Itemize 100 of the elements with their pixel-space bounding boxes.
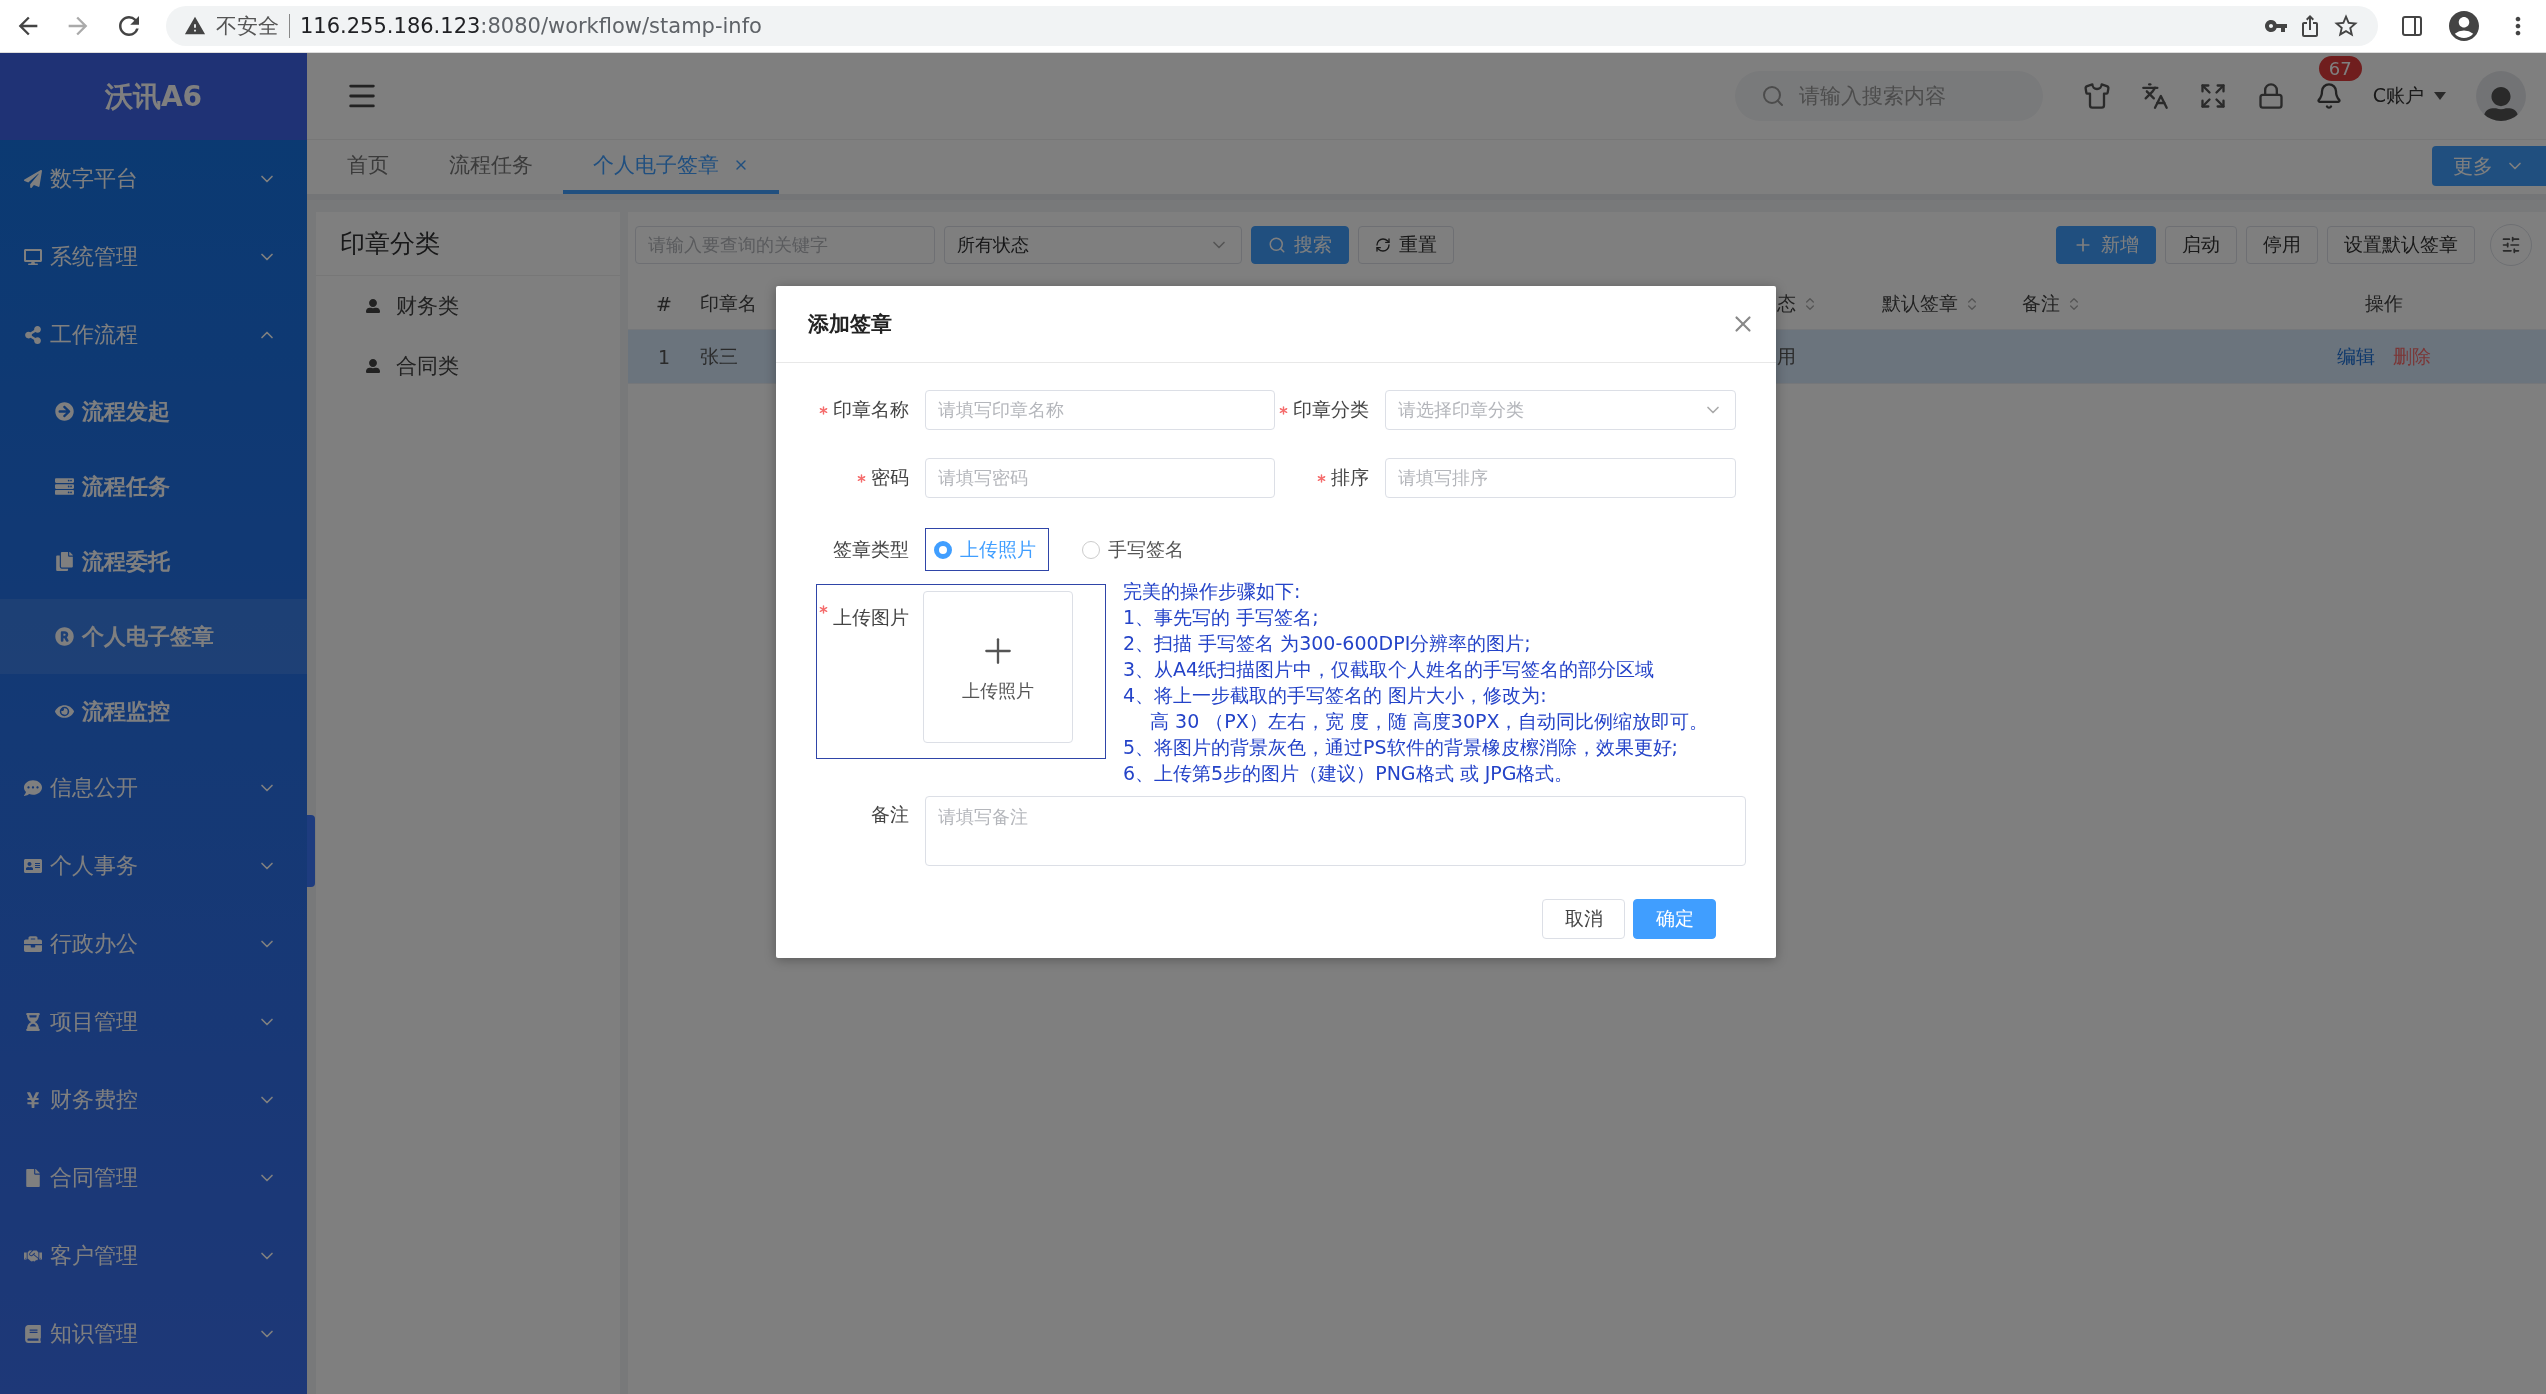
yen-icon [24, 1091, 42, 1109]
column-settings-button[interactable] [2490, 224, 2532, 266]
toolbar-button[interactable]: 设置默认签章 [2327, 226, 2475, 264]
input-field[interactable]: 请填写密码 [925, 458, 1275, 498]
menu-item[interactable]: 信息公开 [0, 749, 307, 827]
hourglass-icon [24, 1013, 42, 1031]
instruction-text: 完美的操作步骤如下: [1123, 579, 1302, 604]
input-field[interactable]: 请填写印章名称 [925, 390, 1275, 430]
page-tab[interactable]: 首页 [317, 140, 419, 194]
field-label: 上传图片 [833, 605, 909, 630]
menu-item[interactable]: 系统管理 [0, 218, 307, 296]
sliders-icon [2501, 235, 2521, 255]
column-header: # [656, 292, 672, 315]
search-icon [1268, 236, 1286, 254]
page-tab[interactable]: 个人电子签章 [563, 140, 779, 194]
menu-item[interactable]: 数字平台 [0, 140, 307, 218]
field-label: 排序 [1331, 465, 1369, 490]
field-label: 签章类型 [832, 536, 910, 562]
submenu-item[interactable]: 流程委托 [0, 524, 307, 599]
menu-item[interactable]: 合同管理 [0, 1139, 307, 1217]
book-icon [24, 1325, 42, 1343]
upload-button[interactable]: 上传照片 [923, 591, 1073, 743]
instruction-text: 4、将上一步截取的手写签名的 图片大小，修改为: [1123, 683, 1548, 708]
edit-link[interactable]: 编辑 [2337, 343, 2375, 370]
column-header: 默认签章 [1882, 290, 1958, 316]
table-cell-text: 用 [1777, 343, 1796, 369]
account-menu[interactable]: C账户 [2372, 83, 2446, 109]
fullscreen-icon[interactable] [2198, 82, 2227, 110]
column-header: 态 [1777, 290, 1796, 316]
security-label: 不安全 [216, 13, 279, 40]
select-field[interactable]: 请选择印章分类 [1385, 390, 1736, 430]
dialog-title: 添加签章 [808, 311, 892, 338]
submenu-item[interactable]: 流程任务 [0, 449, 307, 524]
table-cell: 1 [657, 345, 671, 368]
menu-item[interactable]: 财务费控 [0, 1061, 307, 1139]
paper-plane-icon [24, 170, 42, 188]
warning-icon [184, 15, 206, 37]
menu-item[interactable]: 行政办公 [0, 905, 307, 983]
reset-button[interactable]: 重置 [1358, 226, 1454, 264]
page-tab[interactable]: 流程任务 [419, 140, 563, 194]
search-button[interactable]: 搜索 [1251, 226, 1349, 264]
instruction-text: 5、将图片的背景灰色，通过PS软件的背景橡皮檫消除，效果更好; [1123, 735, 1679, 760]
remark-field[interactable]: 请填写备注 [925, 796, 1746, 866]
menu-item[interactable]: 知识管理 [0, 1295, 307, 1373]
copy-icon [55, 552, 74, 571]
menu-item[interactable]: 个人事务 [0, 827, 307, 905]
address-bar[interactable]: 不安全 116.255.186.123:8080/workflow/stamp-info [166, 6, 2378, 46]
avatar[interactable] [2476, 71, 2526, 121]
app-logo: 沃讯A6 [0, 53, 307, 140]
radio-option[interactable]: 手写签名 [1073, 528, 1197, 571]
person-icon [366, 359, 380, 373]
id-card-icon [24, 857, 42, 875]
input-field[interactable]: 请填写排序 [1385, 458, 1736, 498]
submenu-item[interactable]: 流程发起 [0, 374, 307, 449]
briefcase-icon [24, 935, 42, 953]
confirm-button[interactable]: 确定 [1633, 899, 1716, 939]
caret-icon[interactable] [2434, 92, 2446, 100]
panel-title: 印章分类 [316, 212, 620, 276]
column-header: 操作 [2365, 290, 2403, 316]
url-host: 116.255.186.123 [300, 14, 481, 38]
translate-icon[interactable] [2140, 82, 2169, 110]
table-cell-text: 张三 [700, 343, 738, 369]
eye-icon [55, 702, 74, 721]
menu-item[interactable]: 客户管理 [0, 1217, 307, 1295]
radio-option[interactable]: 上传照片 [925, 528, 1049, 571]
instruction-text: 3、从A4纸扫描图片中，仅截取个人姓名的手写签名的部分区域 [1123, 657, 1656, 682]
profile-icon[interactable] [2446, 8, 2482, 44]
refresh-icon [1375, 237, 1391, 253]
field-label: 密码 [871, 465, 909, 490]
add-button[interactable]: 新增 [2056, 226, 2156, 264]
delete-link[interactable]: 删除 [2393, 343, 2431, 370]
share-icon [24, 326, 42, 344]
field-label: 印章名称 [833, 397, 909, 422]
shirt-icon[interactable] [2082, 82, 2111, 110]
toolbar-button[interactable]: 停用 [2246, 226, 2318, 264]
menu-item[interactable]: 项目管理 [0, 983, 307, 1061]
more-button[interactable]: 更多 [2432, 146, 2546, 186]
column-header: 备注 [2022, 290, 2060, 316]
instruction-text: 高 30 （PX）左右，宽 度，随 高度30PX，自动同比例缩放即可。 [1149, 709, 1709, 734]
cancel-button[interactable]: 取消 [1542, 899, 1625, 939]
person-icon [366, 299, 380, 313]
submenu-item[interactable]: 流程监控 [0, 674, 307, 749]
toolbar-button[interactable]: 启动 [2165, 226, 2237, 264]
instruction-text: 1、事先写的 手写签名; [1123, 605, 1320, 630]
registered-icon [55, 627, 74, 646]
side-panel-icon[interactable] [2400, 14, 2424, 38]
menu-item[interactable]: 工作流程 [0, 296, 307, 374]
category-item[interactable]: 合同类 [316, 336, 620, 396]
chat-icon [24, 779, 42, 797]
server-icon [55, 477, 74, 496]
column-header: 印章名 [700, 290, 757, 316]
bell-icon[interactable] [2314, 82, 2343, 110]
file-icon [24, 1169, 42, 1187]
status-select[interactable]: 所有状态 [944, 226, 1242, 264]
category-item[interactable]: 财务类 [316, 276, 620, 336]
lock-icon[interactable] [2256, 82, 2285, 110]
url-path: :8080/workflow/stamp-info [480, 14, 762, 38]
collapse-handle[interactable] [307, 815, 315, 887]
notification-badge: 67 [2318, 56, 2362, 81]
field-label: 备注 [870, 802, 910, 827]
